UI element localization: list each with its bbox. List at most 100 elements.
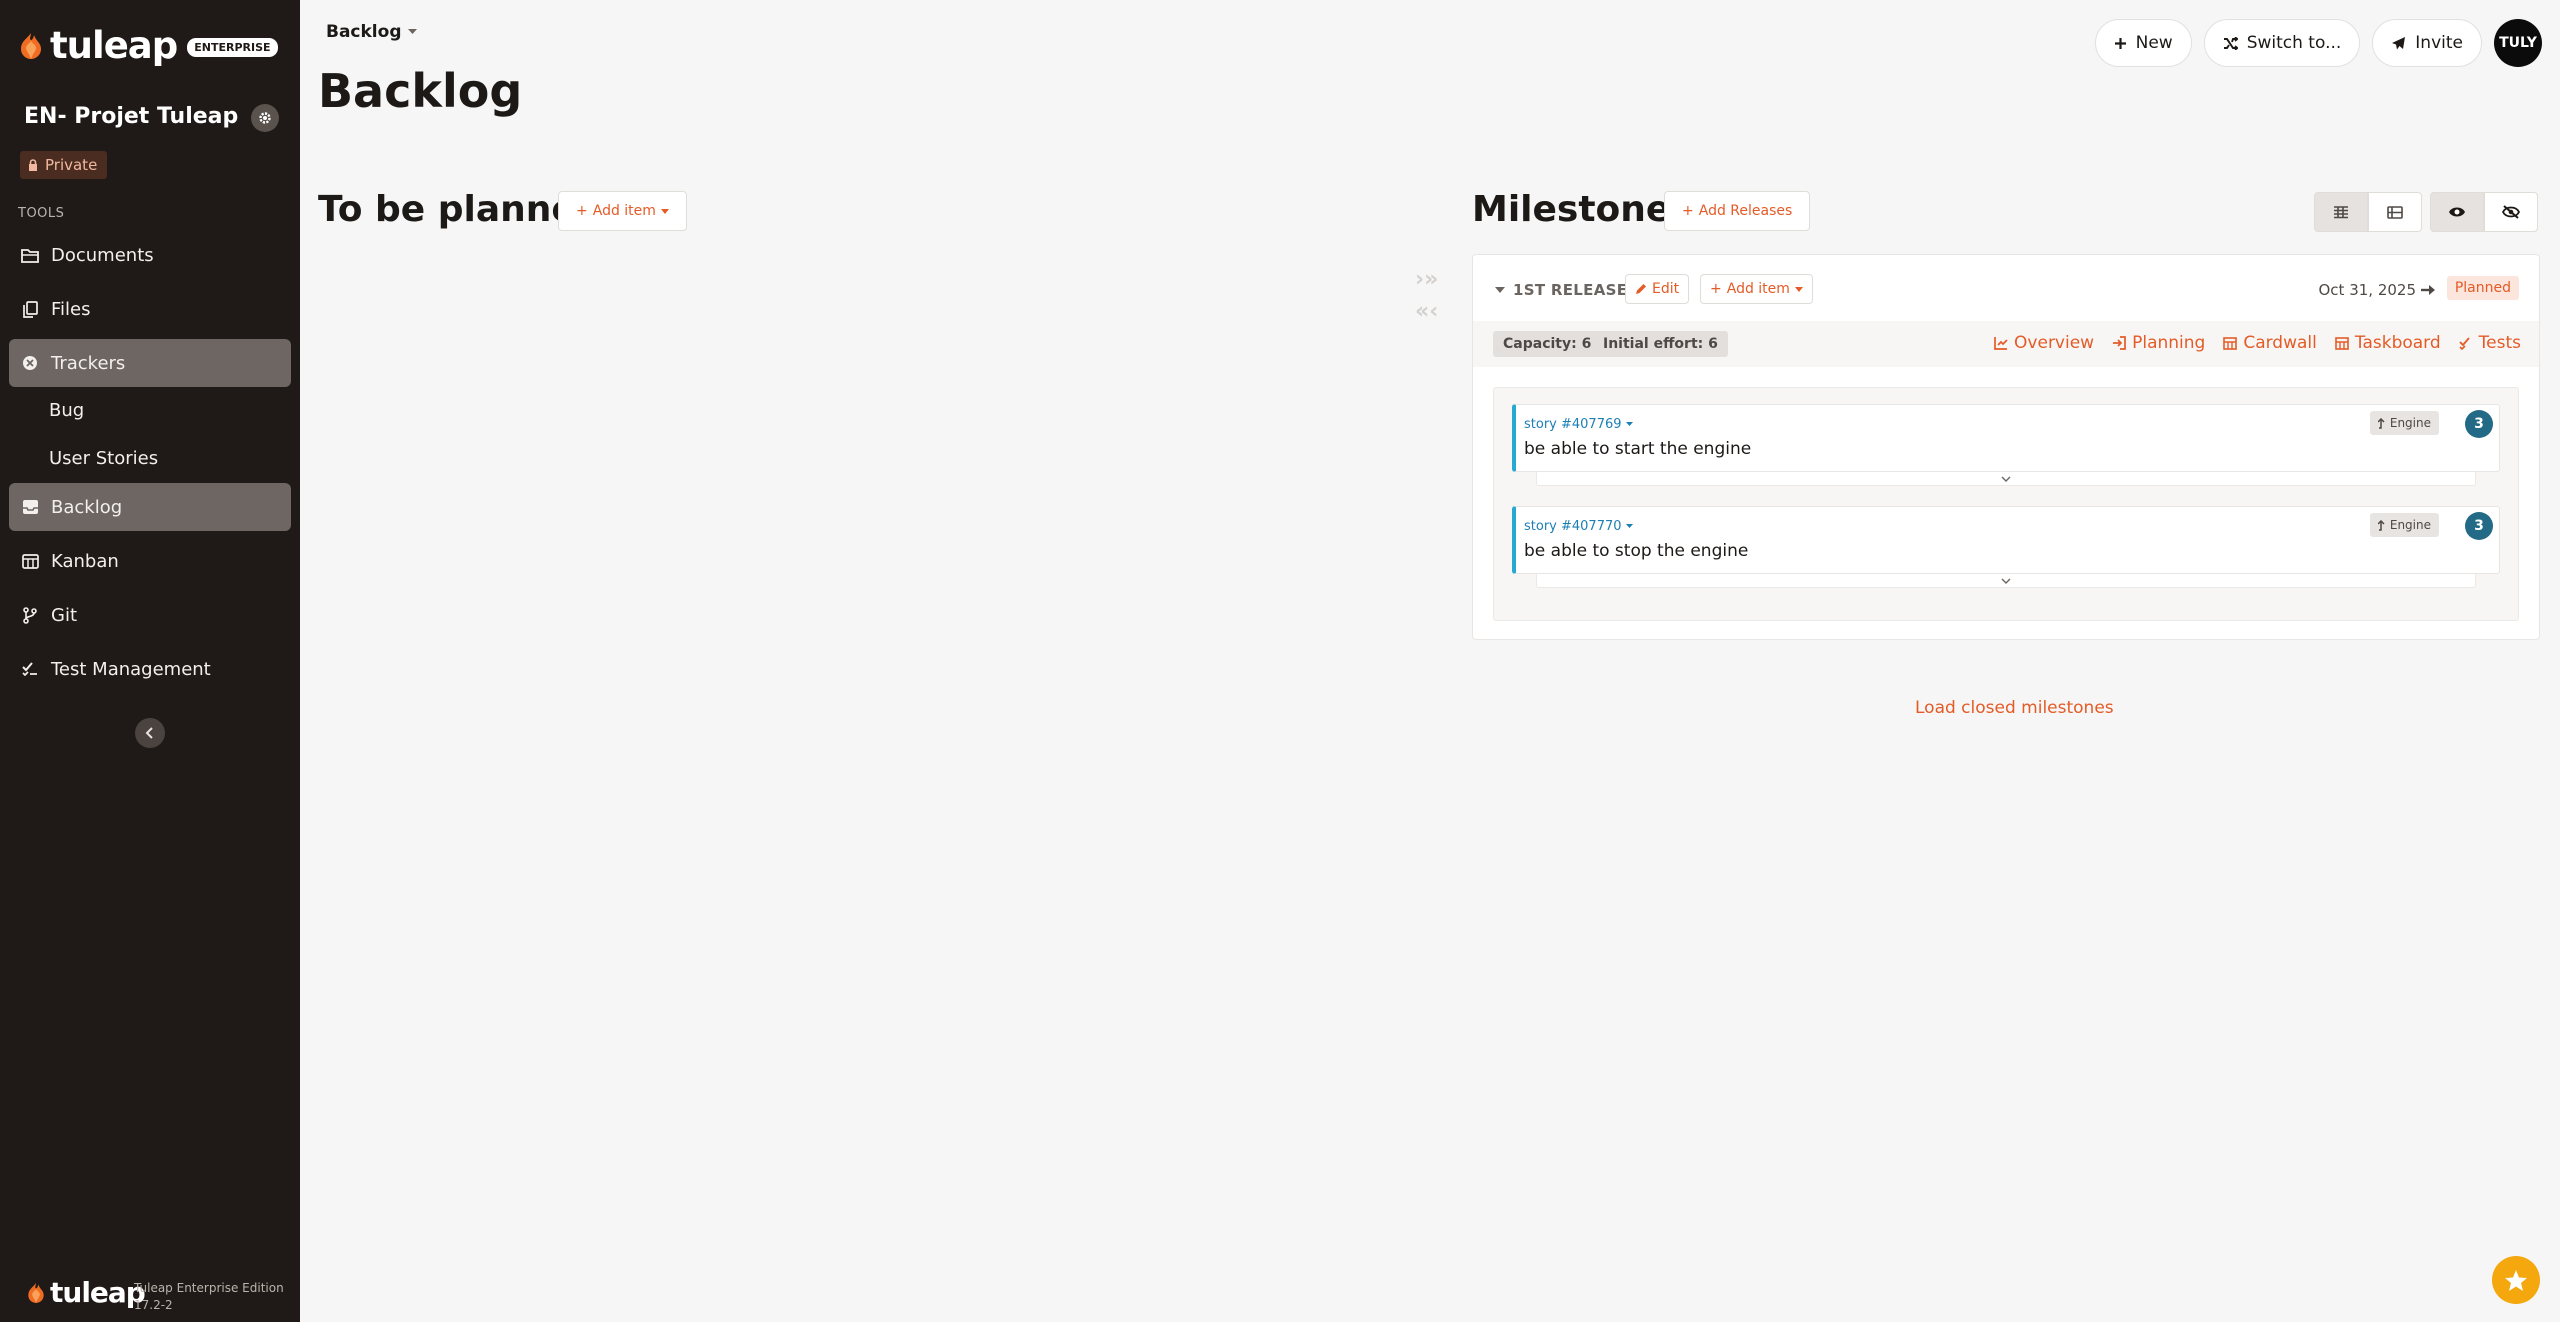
lock-icon — [29, 159, 37, 171]
user-avatar[interactable]: TULY — [2494, 19, 2542, 67]
footer-logo[interactable]: tuleap — [26, 1276, 146, 1309]
plus-icon — [2114, 37, 2126, 49]
detailed-view-button[interactable] — [2368, 192, 2422, 232]
plus-icon: + — [1710, 281, 1722, 297]
milestone-info-bar: Capacity: 6 Initial effort: 6 Overview P… — [1473, 321, 2539, 367]
chevron-down-icon — [2001, 476, 2011, 482]
card-id-link[interactable]: story #407770 — [1524, 519, 1633, 534]
sidebar-item-git[interactable]: Git — [9, 591, 291, 639]
privacy-label: Private — [45, 156, 98, 174]
caret-down-icon — [660, 208, 669, 214]
breadcrumb[interactable]: Backlog — [326, 22, 417, 42]
arrow-right-icon — [2421, 285, 2435, 295]
pencil-icon — [1636, 284, 1646, 294]
arrows-left-icon: «‹ — [1415, 299, 1439, 324]
favorite-button[interactable] — [2492, 1256, 2540, 1304]
overview-link[interactable]: Overview — [1994, 333, 2094, 353]
taskboard-label: Taskboard — [2354, 333, 2441, 353]
milestone-content: story #407769 be able to start the engin… — [1493, 387, 2519, 621]
hide-closed-button[interactable] — [2484, 192, 2538, 232]
caret-down-icon — [1625, 422, 1633, 426]
add-item-button[interactable]: + Add item — [558, 191, 687, 231]
switch-to-button[interactable]: Switch to... — [2203, 19, 2361, 67]
sidebar-item-kanban[interactable]: Kanban — [9, 537, 291, 585]
caret-down-icon — [1495, 287, 1505, 293]
sidebar-item-trackers[interactable]: Trackers — [9, 339, 291, 387]
top-actions: New Switch to... Invite TULY — [2094, 19, 2542, 67]
sidebar-item-label: Trackers — [51, 352, 126, 374]
sidebar-item-label: Test Management — [51, 658, 211, 680]
edition-name: Tuleap Enterprise Edition — [134, 1281, 284, 1295]
card-title: be able to start the engine — [1524, 439, 1752, 459]
card-tag-label: Engine — [2389, 416, 2431, 430]
chart-icon — [1994, 337, 2008, 350]
table-icon — [2335, 336, 2349, 350]
sidebar-subitem-bug[interactable]: Bug — [49, 400, 84, 421]
cardwall-label: Cardwall — [2243, 333, 2317, 353]
list-detail-icon — [2387, 205, 2403, 219]
shuffle-icon — [2223, 36, 2238, 50]
backlog-item-card[interactable]: story #407770 be able to stop the engine… — [1512, 506, 2500, 574]
add-releases-button[interactable]: + Add Releases — [1664, 191, 1811, 231]
invite-button[interactable]: Invite — [2372, 19, 2482, 67]
capacity-chip: Capacity: 6 — [1493, 331, 1602, 357]
chevron-down-icon — [2001, 578, 2011, 584]
card-effort-badge: 3 — [2465, 410, 2493, 438]
logo-wordmark: tuleap — [50, 24, 178, 67]
card-expand-toggle[interactable] — [1536, 472, 2476, 486]
sign-in-icon — [2113, 336, 2126, 350]
milestone-date: Oct 31, 2025 — [2319, 281, 2435, 299]
card-parent-tag[interactable]: Engine — [2369, 411, 2439, 435]
milestone-header: 1ST RELEASE Edit + Add item Oct 31, 2025… — [1473, 271, 2539, 309]
sidebar-item-files[interactable]: Files — [9, 285, 291, 333]
milestone-card: 1ST RELEASE Edit + Add item Oct 31, 2025… — [1472, 254, 2540, 640]
sidebar-item-documents[interactable]: Documents — [9, 231, 291, 279]
cardwall-link[interactable]: Cardwall — [2223, 333, 2317, 353]
level-up-icon — [2377, 417, 2385, 429]
caret-down-icon — [407, 29, 417, 34]
tuleap-flame-icon — [28, 1282, 44, 1303]
project-settings-button[interactable] — [251, 104, 279, 132]
privacy-badge[interactable]: Private — [20, 151, 108, 179]
closed-items-toggle — [2430, 192, 2538, 232]
taskboard-link[interactable]: Taskboard — [2335, 333, 2441, 353]
view-mode-toggle — [2314, 192, 2422, 232]
arrows-right-icon: ›» — [1415, 267, 1439, 292]
project-name[interactable]: EN- Projet Tuleap — [24, 104, 238, 129]
card-parent-tag[interactable]: Engine — [2369, 513, 2439, 537]
tests-link[interactable]: Tests — [2459, 333, 2521, 353]
sidebar-item-label: Kanban — [51, 550, 119, 572]
sidebar-subitem-user-stories[interactable]: User Stories — [49, 448, 158, 469]
planning-link[interactable]: Planning — [2112, 333, 2205, 353]
collapse-sidebar-button[interactable] — [135, 718, 165, 748]
edit-milestone-button[interactable]: Edit — [1625, 274, 1690, 304]
edition-version: 17.2-2 — [134, 1298, 173, 1312]
eye-icon — [2449, 207, 2465, 217]
sidebar-item-test-management[interactable]: Test Management — [9, 645, 291, 693]
tools-heading: TOOLS — [18, 206, 65, 221]
compact-view-button[interactable] — [2314, 192, 2368, 232]
star-icon — [2505, 1269, 2527, 1291]
grid-icon — [2334, 205, 2348, 218]
sidebar-item-label: Git — [51, 604, 78, 626]
tuleap-logo[interactable]: tuleap ENTERPRISE — [18, 24, 278, 67]
kanban-icon — [21, 552, 39, 570]
paper-plane-icon — [2392, 36, 2406, 49]
backlog-item-card[interactable]: story #407769 be able to start the engin… — [1512, 404, 2500, 472]
plus-icon: + — [1682, 203, 1694, 219]
load-closed-milestones-link[interactable]: Load closed milestones — [1915, 698, 2114, 718]
check-icon — [21, 660, 39, 678]
milestone-add-item-button[interactable]: + Add item — [1700, 274, 1813, 304]
show-closed-button[interactable] — [2430, 192, 2484, 232]
milestone-toggle[interactable]: 1ST RELEASE — [1495, 281, 1627, 299]
new-button[interactable]: New — [2094, 19, 2192, 67]
card-expand-toggle[interactable] — [1536, 574, 2476, 588]
sidebar-item-label: Files — [51, 298, 91, 320]
drag-hint-arrows: ›» «‹ — [1415, 264, 1438, 328]
milestone-links: Overview Planning Cardwall Taskboard Tes… — [1994, 333, 2521, 353]
edition-info: Tuleap Enterprise Edition 17.2-2 — [134, 1280, 284, 1314]
card-id-link[interactable]: story #407769 — [1524, 417, 1633, 432]
milestone-name: 1ST RELEASE — [1513, 281, 1628, 299]
add-releases-label: Add Releases — [1698, 203, 1793, 219]
sidebar-item-backlog[interactable]: Backlog — [9, 483, 291, 531]
